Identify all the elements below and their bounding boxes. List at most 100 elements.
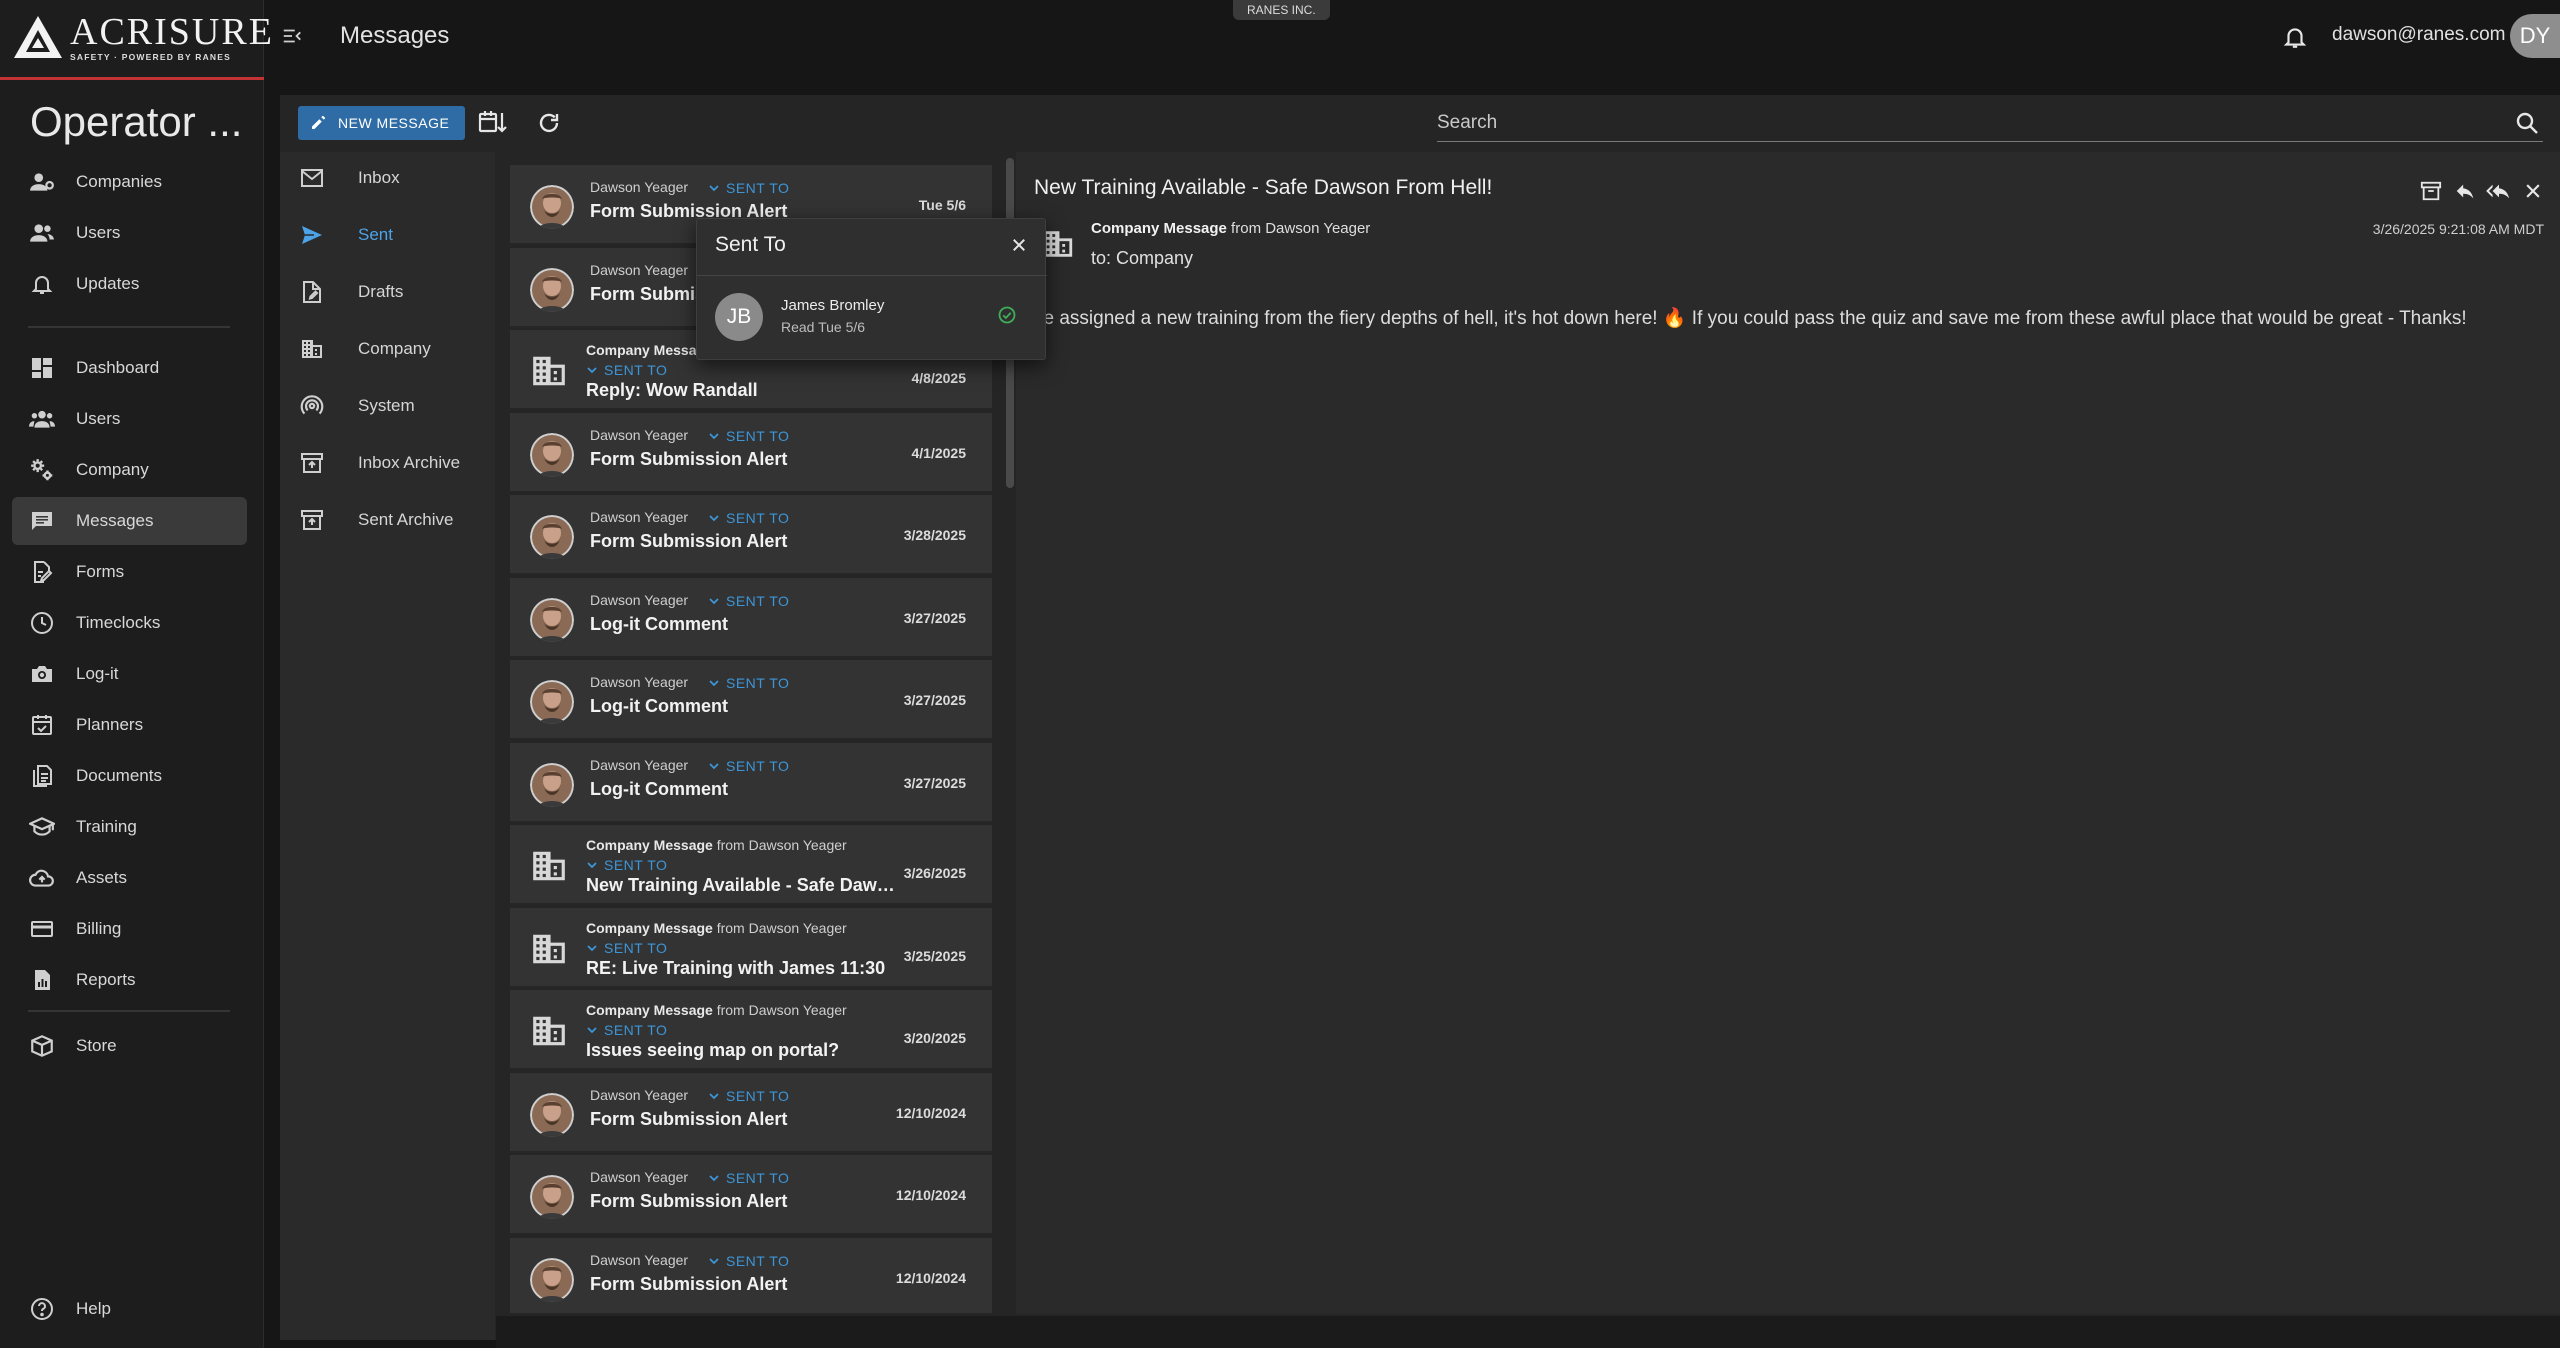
sent-to-toggle[interactable]: SENT TO xyxy=(708,1170,789,1186)
message-actions xyxy=(2412,176,2548,206)
nav-item-companies[interactable]: Companies xyxy=(12,158,247,206)
folder-sent[interactable]: Sent xyxy=(280,211,495,259)
nav-item-label: Messages xyxy=(76,511,154,530)
notifications-bell-icon[interactable] xyxy=(2280,22,2310,52)
sent-to-toggle[interactable]: SENT TO xyxy=(586,940,667,956)
message-row-date: 4/1/2025 xyxy=(911,444,967,461)
nav-item-dashboard[interactable]: Dashboard xyxy=(12,344,247,392)
folder-inbox-archive[interactable]: Inbox Archive xyxy=(280,439,495,487)
sender-avatar xyxy=(530,680,574,724)
nav-item-label: Timeclocks xyxy=(76,613,161,632)
refresh-icon[interactable] xyxy=(532,106,566,140)
nav-item-documents[interactable]: Documents xyxy=(12,752,247,800)
brand-accent-line xyxy=(0,77,264,80)
search-icon[interactable] xyxy=(2512,108,2542,138)
sent-to-toggle[interactable]: SENT TO xyxy=(708,510,789,526)
nav-item-store[interactable]: Store xyxy=(12,1022,247,1070)
nav-item-billing[interactable]: Billing xyxy=(12,905,247,953)
sent-to-toggle[interactable]: SENT TO xyxy=(708,758,789,774)
nav-item-users[interactable]: Users xyxy=(12,395,247,443)
sent-to-toggle[interactable]: SENT TO xyxy=(708,675,789,691)
message-row[interactable]: Dawson Yeager SENT TO Form Submission Aler… xyxy=(510,412,992,493)
search-input[interactable] xyxy=(1437,104,2543,142)
chevron-down-icon xyxy=(708,677,720,689)
message-row[interactable]: Dawson Yeager SENT TO Log-it Comment 3/27/2… xyxy=(510,660,992,740)
sent-to-toggle[interactable]: SENT TO xyxy=(586,857,667,873)
nav-item-label: Help xyxy=(76,1299,111,1318)
nav-item-assets[interactable]: Assets xyxy=(12,854,247,902)
message-row-from: Company Message from Dawson Yeager xyxy=(586,837,847,853)
chevron-down-icon xyxy=(586,1024,598,1036)
nav-item-company[interactable]: Company xyxy=(12,446,247,494)
archive-icon[interactable] xyxy=(2416,176,2446,206)
message-row[interactable]: Company Message from Dawson Yeager SENT T… xyxy=(510,990,992,1070)
chevron-down-icon xyxy=(708,1172,720,1184)
sent-to-toggle[interactable]: SENT TO xyxy=(708,1088,789,1104)
nav-item-timeclocks[interactable]: Timeclocks xyxy=(12,599,247,647)
chevron-down-icon xyxy=(708,430,720,442)
folder-inbox[interactable]: Inbox xyxy=(280,154,495,202)
recipient-avatar: JB xyxy=(715,293,763,341)
message-row-date: 3/20/2025 xyxy=(903,1030,966,1046)
calendar-check-icon xyxy=(26,709,58,741)
folder-company[interactable]: Company xyxy=(280,325,495,373)
nav-item-messages[interactable]: Messages xyxy=(12,497,247,545)
folder-drafts[interactable]: Drafts xyxy=(280,268,495,316)
nav-item-help[interactable]: Help xyxy=(12,1285,247,1333)
nav-item-updates[interactable]: Updates xyxy=(12,260,247,308)
nav-item-planners[interactable]: Planners xyxy=(12,701,247,749)
message-row-date: 3/25/2025 xyxy=(903,947,966,964)
user-avatar[interactable]: DY xyxy=(2510,14,2560,58)
popup-title: Sent To xyxy=(715,233,786,256)
sent-to-toggle[interactable]: SENT TO xyxy=(586,362,667,378)
nav-item-training[interactable]: Training xyxy=(12,803,247,851)
popup-divider xyxy=(697,275,1047,276)
sent-to-toggle[interactable]: SENT TO xyxy=(708,428,789,444)
close-icon[interactable] xyxy=(2518,176,2548,206)
message-row[interactable]: Dawson Yeager SENT TO Log-it Comment 3/27/2… xyxy=(510,577,992,658)
message-row[interactable]: Dawson Yeager SENT TO Form Submission Aler… xyxy=(510,1237,992,1313)
nav-item-users-admin[interactable]: Users xyxy=(12,209,247,257)
sent-to-toggle[interactable]: SENT TO xyxy=(586,1022,667,1038)
nav-item-log-it[interactable]: Log-it xyxy=(12,650,247,698)
message-row[interactable]: Company Message from Dawson Yeager SENT T… xyxy=(510,907,992,988)
message-row[interactable]: Dawson Yeager SENT TO Form Submission Aler… xyxy=(510,1155,992,1235)
close-icon[interactable] xyxy=(1005,231,1033,259)
message-row-subject: Form Submission Alert xyxy=(590,448,788,469)
nav-item-label: Users xyxy=(76,223,121,242)
company-building-icon xyxy=(530,352,568,390)
brand-logo[interactable]: ACRISURE SAFETY · POWERED BY RANES xyxy=(12,12,274,62)
sent-to-toggle[interactable]: SENT TO xyxy=(708,180,789,196)
org-title[interactable]: Operator ... xyxy=(30,98,242,146)
user-email[interactable]: dawson@ranes.com xyxy=(2332,24,2505,46)
nav-item-label: Billing xyxy=(76,919,122,938)
message-row[interactable]: Dawson Yeager SENT TO Form Submission Aler… xyxy=(510,495,992,575)
folder-sent-archive[interactable]: Sent Archive xyxy=(280,496,495,544)
message-row[interactable]: Company Message from Dawson Yeager SENT T… xyxy=(510,825,992,905)
folder-system[interactable]: System xyxy=(280,382,495,430)
menu-collapse-icon[interactable] xyxy=(278,22,306,50)
bell-icon xyxy=(26,268,58,300)
sort-by-date-icon[interactable] xyxy=(476,106,510,140)
reply-all-icon[interactable] xyxy=(2484,176,2514,206)
companies-icon xyxy=(26,166,58,198)
sender-avatar xyxy=(530,1092,574,1137)
message-row-from: Dawson Yeager xyxy=(590,674,689,690)
message-from-type: Company Message xyxy=(1091,220,1227,237)
archive-icon xyxy=(298,506,326,534)
nav-item-reports[interactable]: Reports xyxy=(12,956,247,1004)
message-subject: New Training Available - Safe Dawson Fro… xyxy=(1034,176,1493,199)
chevron-down-icon xyxy=(708,512,720,524)
org-badge[interactable]: RANES INC. xyxy=(1233,0,1330,20)
chevron-down-icon xyxy=(708,760,720,772)
message-row[interactable]: Dawson Yeager SENT TO Log-it Comment 3/27/2… xyxy=(510,742,992,823)
message-row-subject: Log-it Comment xyxy=(590,778,728,799)
nav-item-label: Store xyxy=(76,1036,117,1055)
sent-to-toggle[interactable]: SENT TO xyxy=(708,1253,789,1269)
sent-to-toggle[interactable]: SENT TO xyxy=(708,593,789,609)
reply-icon[interactable] xyxy=(2450,176,2480,206)
nav-item-forms[interactable]: Forms xyxy=(12,548,247,596)
message-row[interactable]: Dawson Yeager SENT TO Form Submission Aler… xyxy=(510,1072,992,1153)
new-message-button[interactable]: NEW MESSAGE xyxy=(298,106,465,140)
message-row-subject: Form Submission Alert xyxy=(590,1273,788,1294)
